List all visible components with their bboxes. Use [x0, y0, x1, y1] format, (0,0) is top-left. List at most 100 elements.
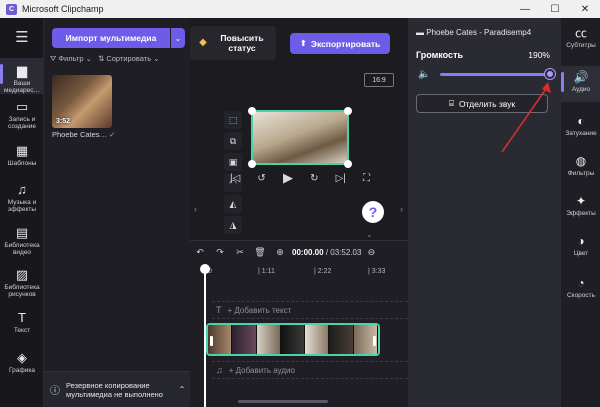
import-media-button[interactable]: Импорт мультимедиа — [52, 28, 170, 48]
title-bar: C Microsoft Clipchamp — ☐ ✕ — [0, 0, 600, 18]
nav-label: Шаблоны — [7, 160, 37, 167]
nav-graphics[interactable]: ◈ Графика — [0, 351, 44, 375]
crop-icon[interactable]: ⧉ — [224, 132, 242, 150]
speaker-icon[interactable]: 🔈 — [418, 69, 430, 80]
export-button[interactable]: ⬆ Экспортировать — [290, 33, 390, 54]
clip-frame — [280, 325, 306, 354]
chevron-up-icon[interactable]: ⌃ — [174, 385, 190, 394]
video-file-icon: ▬ — [416, 28, 427, 37]
play-icon[interactable]: ▶ — [283, 170, 293, 186]
resize-handle[interactable] — [344, 160, 352, 168]
collapse-right-icon[interactable]: › — [400, 204, 403, 214]
skip-back-icon[interactable]: |◁ — [230, 173, 240, 184]
tool-filters[interactable]: ◍ Фильтры — [561, 154, 600, 177]
templates-icon: ▦ — [15, 143, 29, 158]
total-time: / 03:52.03 — [325, 247, 362, 257]
trash-icon[interactable]: 🗑 — [250, 247, 270, 258]
effects-wand-icon: ✦ — [575, 194, 587, 208]
volume-slider-track[interactable] — [440, 73, 551, 76]
menu-icon[interactable]: ☰ — [0, 18, 44, 56]
media-duration: 3:52 — [56, 118, 71, 125]
timeline: ↶ ↷ ✂ 🗑 ⊕ 00:00.00 / 03:52.03 ⊖ 0 | 1:11… — [190, 240, 408, 407]
text-track[interactable]: T + Добавить текст — [212, 301, 408, 319]
nav-record-create[interactable]: ▭ Запись и создание — [0, 99, 44, 131]
chevron-down-icon[interactable]: ⌄ — [171, 28, 185, 48]
forward-icon[interactable]: ↻ — [310, 173, 318, 184]
nav-text[interactable]: T Текст — [0, 310, 44, 335]
fit-icon[interactable]: ⬚ — [224, 111, 242, 129]
tool-label: Аудио — [571, 86, 591, 93]
fullscreen-icon[interactable]: ⛶ — [363, 173, 370, 184]
tool-label: Фильтры — [567, 170, 595, 177]
backup-banner[interactable]: ⓘ Резервное копирование мультимедиа не в… — [44, 371, 190, 407]
tool-audio[interactable]: 🔊 Аудио — [561, 66, 600, 102]
nav-templates[interactable]: ▦ Шаблоны — [0, 143, 44, 168]
tool-effects[interactable]: ✦ Эффекты — [561, 194, 600, 217]
camera-icon: ▭ — [15, 99, 29, 114]
tool-speed[interactable]: ◔ Скорость — [561, 276, 600, 299]
detach-audio-button[interactable]: ⌸ Отделить звук — [416, 94, 548, 113]
right-tools-rail: ㏄ Субтитры 🔊 Аудио ◐ Затухание ◍ Фильтры… — [560, 18, 600, 407]
upgrade-button[interactable]: ◆ Повысить статус — [190, 26, 276, 60]
upgrade-label: Повысить статус — [220, 33, 264, 53]
clip-trim-handle-left[interactable] — [210, 336, 213, 346]
undo-icon[interactable]: ↶ — [190, 247, 210, 258]
nav-music-effects[interactable]: ♫ Музыка и эффекты — [0, 183, 44, 214]
time-ruler: 0 | 1:11 | 2:22 | 3:33 — [204, 268, 408, 280]
video-clip[interactable] — [206, 323, 380, 356]
nav-your-media[interactable]: ▆ Ваши медиарес… — [0, 58, 44, 94]
media-thumbnail[interactable]: 3:52 — [52, 75, 112, 128]
clip-frame — [329, 325, 354, 354]
skip-forward-icon[interactable]: ▷| — [336, 173, 346, 184]
clip-trim-handle-right[interactable] — [373, 336, 376, 346]
timeline-scrollbar[interactable] — [238, 400, 328, 403]
zoom-out-icon[interactable]: ⊖ — [361, 247, 381, 258]
volume-label: Громкость — [416, 50, 464, 60]
minimize-button[interactable]: — — [510, 0, 540, 18]
ruler-tick-label: | 2:22 — [314, 268, 332, 275]
tool-captions[interactable]: ㏄ Субтитры — [561, 26, 600, 49]
sort-button[interactable]: ⇅ Сортировать ⌄ — [98, 54, 160, 64]
nav-image-library[interactable]: ▨ Библиотека рисунков — [0, 267, 44, 299]
upload-icon: ⬆ — [299, 38, 307, 48]
text-icon: T — [18, 310, 26, 325]
collapse-left-icon[interactable]: ‹ — [194, 204, 197, 214]
add-icon[interactable]: ⊕ — [270, 247, 290, 258]
media-name-text: Phoebe Cates… — [52, 130, 108, 139]
video-preview[interactable] — [248, 107, 352, 168]
filter-button[interactable]: ⛛ Фильтр ⌄ — [50, 54, 92, 64]
info-icon: ⓘ — [50, 386, 60, 397]
tool-color[interactable]: ◑ Цвет — [561, 234, 600, 257]
timeline-toolbar: ↶ ↷ ✂ 🗑 ⊕ 00:00.00 / 03:52.03 ⊖ — [190, 241, 408, 263]
nav-label: Графика — [9, 367, 35, 374]
redo-icon[interactable]: ↷ — [210, 247, 230, 258]
resize-handle[interactable] — [344, 107, 352, 115]
resize-handle[interactable] — [248, 160, 256, 168]
image-library-icon: ▨ — [15, 267, 29, 282]
collapse-timeline-icon[interactable]: ⌄ — [366, 230, 373, 239]
detach-audio-label: Отделить звук — [458, 98, 516, 109]
add-audio-label: + Добавить аудио — [228, 365, 295, 375]
help-button[interactable]: ? — [362, 201, 384, 223]
rewind-icon[interactable]: ↺ — [257, 173, 265, 184]
close-button[interactable]: ✕ — [570, 0, 600, 18]
flip-horizontal-icon[interactable]: ◭ — [224, 195, 242, 213]
annotation-arrow — [501, 82, 551, 153]
aspect-ratio-button[interactable]: 16:9 — [364, 73, 394, 87]
nav-video-library[interactable]: ▤ Библиотека видео — [0, 226, 44, 257]
flip-vertical-icon[interactable]: ◮ — [224, 216, 242, 234]
selected-file-name: ▬ Phoebe Cates - Paradisemp4 — [416, 28, 531, 37]
tool-fade[interactable]: ◐ Затухание — [561, 114, 600, 137]
pip-icon[interactable]: ▣ — [224, 153, 242, 171]
left-nav-rail: ☰ ▆ Ваши медиарес… ▭ Запись и создание ▦… — [0, 18, 44, 407]
playhead[interactable] — [200, 264, 210, 407]
volume-slider-thumb[interactable] — [545, 69, 556, 79]
maximize-button[interactable]: ☐ — [540, 0, 570, 18]
audio-track[interactable]: ♫ + Добавить аудио — [212, 361, 408, 379]
tool-label: Эффекты — [566, 210, 596, 217]
tool-label: Скорость — [566, 292, 596, 299]
scissors-icon[interactable]: ✂ — [230, 247, 250, 258]
resize-handle[interactable] — [248, 107, 256, 115]
export-label: Экспортировать — [310, 38, 381, 49]
clip-frame — [256, 325, 281, 354]
